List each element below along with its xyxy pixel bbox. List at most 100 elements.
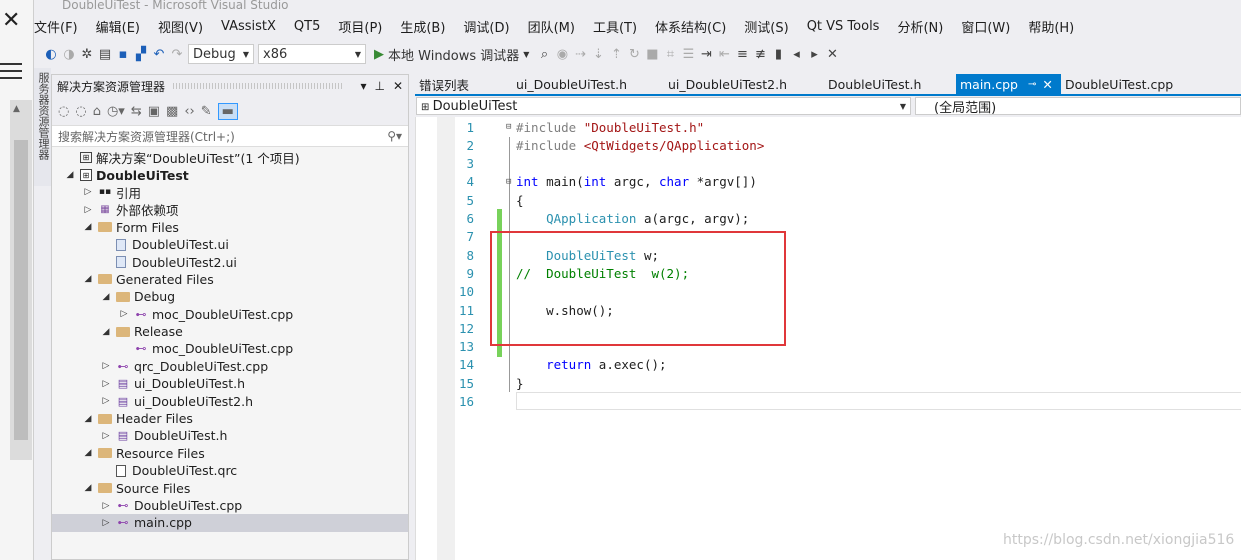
expander-icon[interactable]: ▷ <box>100 431 112 441</box>
menu-item[interactable]: 调试(D) <box>454 17 518 36</box>
menu-item[interactable]: 测试(S) <box>735 17 797 36</box>
member-select[interactable]: (全局范围) <box>915 97 1241 116</box>
preview-icon[interactable]: ▬ <box>217 102 238 120</box>
forward-icon[interactable]: ◌ <box>75 104 86 119</box>
menu-item[interactable]: QT5 <box>285 19 329 34</box>
back-icon[interactable]: ◌ <box>58 104 69 119</box>
close-icon[interactable]: ✕ <box>393 79 403 93</box>
outdent-icon[interactable]: ⇤ <box>717 47 731 62</box>
clear-bookmarks-icon[interactable]: ✕ <box>825 47 839 62</box>
menu-item[interactable]: 团队(M) <box>519 17 584 36</box>
open-icon[interactable]: ▤ <box>98 47 112 62</box>
tree-item[interactable]: ▷ ⊷ DoubleUiTest.cpp <box>52 497 408 514</box>
save-all-icon[interactable]: ▞ <box>134 47 148 62</box>
expander-icon[interactable]: ◢ <box>82 222 94 232</box>
tree-item[interactable]: ⊷ moc_DoubleUiTest.cpp <box>52 340 408 357</box>
pending-changes-icon[interactable]: ◷▾ <box>107 104 125 119</box>
collapse-all-icon[interactable]: ▣ <box>148 104 160 119</box>
tree-item[interactable]: ▷ ▪▪ 引用 <box>52 184 408 201</box>
dropdown-icon[interactable]: ▾ <box>360 79 366 93</box>
pin-icon[interactable]: ⊸ <box>1028 79 1036 90</box>
expander-icon[interactable]: ▷ <box>82 187 94 197</box>
step-into-icon[interactable]: ⇣ <box>591 47 605 62</box>
expander-icon[interactable]: ▷ <box>100 396 112 406</box>
menu-item[interactable]: 生成(B) <box>391 17 454 36</box>
menu-item[interactable]: 体系结构(C) <box>646 17 735 36</box>
menu-item[interactable]: 视图(V) <box>149 17 212 36</box>
tree-item[interactable]: ▷ ▤ ui_DoubleUiTest2.h <box>52 392 408 409</box>
scope-select[interactable]: ⊞ DoubleUiTest ▼ <box>416 97 911 115</box>
restart-icon[interactable]: ↻ <box>627 47 641 62</box>
expander-icon[interactable]: ◢ <box>64 170 76 180</box>
expander-icon[interactable]: ◢ <box>82 448 94 458</box>
expander-icon[interactable]: ◢ <box>82 274 94 284</box>
scrollbar[interactable] <box>10 100 32 460</box>
expander-icon[interactable]: ▷ <box>82 205 94 215</box>
tab-ui-doubleuitest2-h[interactable]: ui_DoubleUiTest2.h <box>664 74 824 94</box>
hamburger-icon[interactable] <box>0 58 22 84</box>
server-explorer-tab[interactable]: 服务器资源管理器 <box>34 66 51 186</box>
expander-icon[interactable]: ▷ <box>100 501 112 511</box>
tree-item[interactable]: ◢ Form Files <box>52 219 408 236</box>
pin-icon[interactable]: ⊥ <box>374 79 384 93</box>
show-all-files-icon[interactable]: ▩ <box>166 104 178 119</box>
tab-[interactable]: 错误列表 <box>415 74 512 94</box>
close-icon[interactable]: ✕ <box>2 8 20 33</box>
step-icon[interactable]: ⇢ <box>573 47 587 62</box>
menu-item[interactable]: 编辑(E) <box>87 17 149 36</box>
expander-icon[interactable]: ▷ <box>100 518 112 528</box>
tree-item[interactable]: DoubleUiTest2.ui <box>52 253 408 270</box>
redo-icon[interactable]: ↷ <box>170 47 184 62</box>
stop-icon[interactable]: ■ <box>645 47 659 62</box>
tree-item[interactable]: ◢ Header Files <box>52 410 408 427</box>
expander-icon[interactable]: ▷ <box>100 361 112 371</box>
menu-item[interactable]: 帮助(H) <box>1019 17 1083 36</box>
expander-icon[interactable]: ◢ <box>82 483 94 493</box>
tab-doubleuitest-h[interactable]: DoubleUiTest.h <box>824 74 956 94</box>
prev-bookmark-icon[interactable]: ◂ <box>789 47 803 62</box>
tree-item[interactable]: ▷ ⊷ main.cpp <box>52 514 408 532</box>
scroll-up-icon[interactable]: ▲ <box>13 104 20 114</box>
tree-item[interactable]: ▷ ▤ DoubleUiTest.h <box>52 427 408 444</box>
next-bookmark-icon[interactable]: ▸ <box>807 47 821 62</box>
menu-item[interactable]: Qt VS Tools <box>798 19 889 34</box>
tree-item[interactable]: ◢ ⊞ DoubleUiTest <box>52 166 408 183</box>
menu-item[interactable]: 分析(N) <box>888 17 952 36</box>
breakpoint-icon[interactable]: ◉ <box>555 47 569 62</box>
comment-icon[interactable]: ≡ <box>735 47 749 62</box>
tree-item[interactable]: ◢ Debug <box>52 288 408 305</box>
uncomment-icon[interactable]: ≢ <box>753 47 767 62</box>
hex-icon[interactable]: ⌗ <box>663 47 677 62</box>
code-editor[interactable]: 1 ⊟ #include "DoubleUiTest.h" 2 #include <Qt… <box>415 117 1241 560</box>
drag-grip[interactable] <box>173 83 345 89</box>
collapse-icon[interactable]: ⊟ <box>506 122 511 132</box>
forward-icon[interactable]: ◑ <box>62 47 76 62</box>
step-out-icon[interactable]: ⇡ <box>609 47 623 62</box>
find-icon[interactable]: ⌕ <box>537 47 551 62</box>
menu-item[interactable]: 工具(T) <box>584 17 646 36</box>
tree-item[interactable]: ◢ Resource Files <box>52 445 408 462</box>
tree-item[interactable]: ▷ ▦ 外部依赖项 <box>52 201 408 218</box>
menu-item[interactable]: 文件(F) <box>34 17 87 36</box>
indent-icon[interactable]: ⇥ <box>699 47 713 62</box>
tree-item[interactable]: DoubleUiTest.ui <box>52 236 408 253</box>
view-code-icon[interactable]: ‹› <box>184 104 194 119</box>
platform-select[interactable]: x86 ▼ <box>258 44 366 64</box>
tree-item[interactable]: ◢ Generated Files <box>52 271 408 288</box>
tree-item[interactable]: ▷ ⊷ qrc_DoubleUiTest.cpp <box>52 358 408 375</box>
expander-icon[interactable]: ▷ <box>118 309 130 319</box>
close-icon[interactable]: ✕ <box>1042 77 1052 92</box>
tree-item[interactable]: DoubleUiTest.qrc <box>52 462 408 479</box>
new-project-icon[interactable]: ✲ <box>80 47 94 62</box>
solution-search-input[interactable]: 搜索解决方案资源管理器(Ctrl+;) ⚲▾ <box>52 125 408 147</box>
tab-ui-doubleuitest-h[interactable]: ui_DoubleUiTest.h <box>512 74 664 94</box>
tab-main-cpp[interactable]: main.cpp ⊸ ✕ <box>956 74 1061 94</box>
tree-item[interactable]: ◢ Source Files <box>52 479 408 496</box>
bookmark-icon[interactable]: ▮ <box>771 47 785 62</box>
start-debugger-button[interactable]: ▶ 本地 Windows 调试器 ▼ <box>370 45 533 64</box>
tree-item[interactable]: ⊞ 解决方案“DoubleUiTest”(1 个项目) <box>52 149 408 166</box>
save-icon[interactable]: ▪ <box>116 47 130 62</box>
config-select[interactable]: Debug ▼ <box>188 44 254 64</box>
expander-icon[interactable]: ◢ <box>100 327 112 337</box>
tab-doubleuitest-cpp[interactable]: DoubleUiTest.cpp <box>1061 74 1173 94</box>
